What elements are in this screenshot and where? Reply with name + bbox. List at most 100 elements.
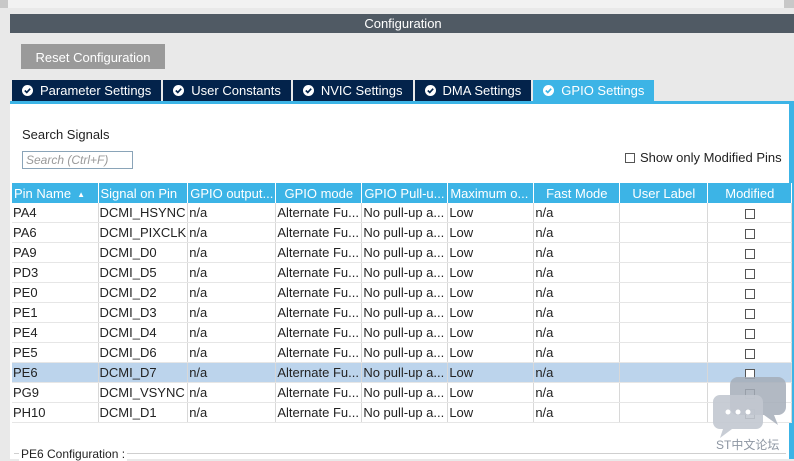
tab-user-constants[interactable]: User Constants: [163, 80, 291, 102]
cell-signal: DCMI_D5: [98, 262, 189, 283]
modified-checkbox[interactable]: [744, 268, 755, 279]
modified-checkbox[interactable]: [744, 328, 755, 339]
cell-mode: Alternate Fu...: [275, 362, 363, 383]
table-row[interactable]: PE4 DCMI_D4 n/a Alternate Fu... No pull-…: [12, 322, 793, 343]
modified-checkbox[interactable]: [744, 348, 755, 359]
col-header-user-label[interactable]: User Label: [619, 183, 709, 203]
cell-user-label[interactable]: [619, 322, 709, 343]
reset-configuration-button[interactable]: Reset Configuration: [21, 44, 165, 69]
cell-output: n/a: [187, 302, 277, 323]
col-header-gpio-output[interactable]: GPIO output...: [187, 183, 277, 203]
table-row[interactable]: PA9 DCMI_D0 n/a Alternate Fu... No pull-…: [12, 242, 793, 263]
cell-max: Low: [447, 322, 535, 343]
show-only-modified-checkbox[interactable]: [625, 152, 635, 163]
table-row[interactable]: PE5 DCMI_D6 n/a Alternate Fu... No pull-…: [12, 342, 793, 363]
cell-fast: n/a: [533, 402, 621, 423]
cell-user-label[interactable]: [619, 242, 709, 263]
tab-label: DMA Settings: [442, 83, 522, 98]
cell-fast: n/a: [533, 262, 621, 283]
cell-max: Low: [447, 382, 535, 403]
cell-user-label[interactable]: [619, 203, 709, 223]
cell-pull: No pull-up a...: [361, 203, 449, 223]
check-circle-icon: [543, 85, 555, 96]
modified-checkbox[interactable]: [744, 208, 755, 219]
pin-config-divider: [14, 453, 786, 454]
tab-label: User Constants: [191, 83, 281, 98]
cell-fast: n/a: [533, 362, 621, 383]
cell-pin: PE5: [12, 342, 99, 363]
col-header-pin-name[interactable]: Pin Name ▲: [12, 183, 99, 203]
cell-max: Low: [447, 262, 535, 283]
cell-user-label[interactable]: [619, 362, 709, 383]
check-circle-icon: [302, 85, 314, 96]
cell-modified: [707, 342, 793, 363]
cell-user-label[interactable]: [619, 342, 709, 363]
col-header-maximum-output[interactable]: Maximum o...: [447, 183, 535, 203]
cell-max: Low: [447, 302, 535, 323]
col-header-modified[interactable]: Modified: [707, 183, 793, 203]
table-row[interactable]: PE1 DCMI_D3 n/a Alternate Fu... No pull-…: [12, 302, 793, 323]
cell-mode: Alternate Fu...: [275, 322, 363, 343]
col-header-gpio-mode[interactable]: GPIO mode: [275, 183, 363, 203]
check-circle-icon: [173, 85, 185, 96]
cell-modified: [707, 282, 793, 303]
cell-pull: No pull-up a...: [361, 302, 449, 323]
table-row[interactable]: PG9 DCMI_VSYNC n/a Alternate Fu... No pu…: [12, 382, 793, 403]
cell-mode: Alternate Fu...: [275, 282, 363, 303]
cell-pin: PA4: [12, 203, 99, 223]
watermark-text: ST中文论坛: [716, 438, 780, 452]
cell-mode: Alternate Fu...: [275, 242, 363, 263]
check-circle-icon: [22, 85, 33, 96]
cell-fast: n/a: [533, 342, 621, 363]
table-row[interactable]: PH10 DCMI_D1 n/a Alternate Fu... No pull…: [12, 402, 793, 423]
search-input[interactable]: [22, 151, 133, 169]
cell-max: Low: [447, 362, 535, 383]
table-row[interactable]: PD3 DCMI_D5 n/a Alternate Fu... No pull-…: [12, 262, 793, 283]
cell-user-label[interactable]: [619, 282, 709, 303]
cell-user-label[interactable]: [619, 402, 709, 423]
cell-modified: [707, 322, 793, 343]
cell-pull: No pull-up a...: [361, 322, 449, 343]
modified-checkbox[interactable]: [744, 308, 755, 319]
show-only-modified-toggle[interactable]: Show only Modified Pins: [625, 150, 782, 165]
table-row[interactable]: PA4 DCMI_HSYNC n/a Alternate Fu... No pu…: [12, 203, 793, 223]
tab-gpio-settings[interactable]: GPIO Settings: [533, 80, 655, 102]
tab-parameter-settings[interactable]: Parameter Settings: [12, 80, 162, 102]
col-header-gpio-pull[interactable]: GPIO Pull-u...: [361, 183, 449, 203]
cell-user-label[interactable]: [619, 222, 709, 243]
cell-fast: n/a: [533, 382, 621, 403]
cell-mode: Alternate Fu...: [275, 402, 363, 423]
col-header-fast-mode[interactable]: Fast Mode: [533, 183, 621, 203]
cell-modified: [707, 242, 793, 263]
modified-checkbox[interactable]: [744, 248, 755, 259]
cell-user-label[interactable]: [619, 382, 709, 403]
cell-pull: No pull-up a...: [361, 242, 449, 263]
cell-user-label[interactable]: [619, 302, 709, 323]
cell-max: Low: [447, 402, 535, 423]
cell-output: n/a: [187, 382, 277, 403]
cell-output: n/a: [187, 402, 277, 423]
cell-output: n/a: [187, 222, 277, 243]
modified-checkbox[interactable]: [744, 288, 755, 299]
table-row-selected[interactable]: PE6 DCMI_D7 n/a Alternate Fu... No pull-…: [12, 362, 793, 383]
cell-mode: Alternate Fu...: [275, 342, 363, 363]
cell-signal: DCMI_D4: [98, 322, 189, 343]
tab-label: Parameter Settings: [40, 83, 152, 98]
tab-nvic-settings[interactable]: NVIC Settings: [292, 80, 413, 102]
cell-pin: PE1: [12, 302, 99, 323]
cell-pin: PE4: [12, 322, 99, 343]
cell-fast: n/a: [533, 282, 621, 303]
table-row[interactable]: PA6 DCMI_PIXCLK n/a Alternate Fu... No p…: [12, 222, 793, 243]
table-row[interactable]: PE0 DCMI_D2 n/a Alternate Fu... No pull-…: [12, 282, 793, 303]
gpio-pins-table: Pin Name ▲ Signal on Pin GPIO output... G…: [12, 183, 793, 423]
tab-dma-settings[interactable]: DMA Settings: [414, 80, 532, 102]
cell-signal: DCMI_D0: [98, 242, 189, 263]
cell-pin: PE6: [12, 362, 99, 383]
cell-max: Low: [447, 222, 535, 243]
modified-checkbox[interactable]: [744, 228, 755, 239]
cell-pull: No pull-up a...: [361, 282, 449, 303]
cell-user-label[interactable]: [619, 262, 709, 283]
col-header-signal[interactable]: Signal on Pin: [98, 183, 189, 203]
cell-max: Low: [447, 242, 535, 263]
cell-fast: n/a: [533, 222, 621, 243]
